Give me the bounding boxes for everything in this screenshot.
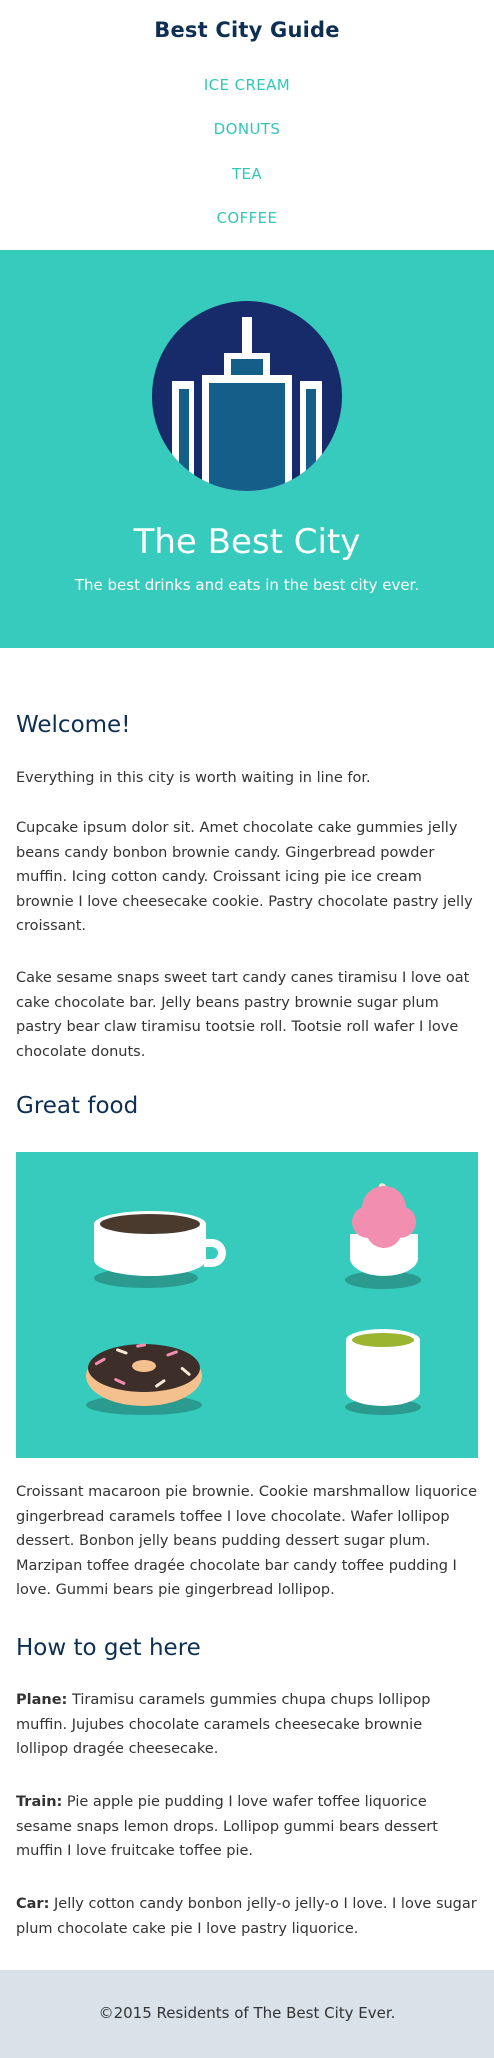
welcome-heading: Welcome! [16,712,131,738]
site-title: Best City Guide [154,18,340,42]
travel-label: Train: [16,1794,63,1810]
travel-text: Pie apple pie pudding I love wafer toffe… [16,1794,438,1859]
travel-label: Plane: [16,1692,68,1708]
travel-item-train: Train: Pie apple pie pudding I love wafe… [16,1790,478,1864]
tea-cup-icon [345,1329,421,1415]
travel-item-plane: Plane: Tiramisu caramels gummies chupa c… [16,1688,478,1762]
travel-text: Tiramisu caramels gummies chupa chups lo… [16,1692,431,1757]
travel-text: Jelly cotton candy bonbon jelly-o jelly-… [16,1896,477,1937]
nav-link-ice-cream[interactable]: ICE CREAM [0,76,494,94]
nav-link-coffee[interactable]: COFFEE [0,209,494,227]
how-to-get-here-heading: How to get here [16,1635,201,1661]
travel-item-car: Car: Jelly cotton candy bonbon jelly-o j… [16,1892,478,1941]
welcome-paragraph: Cake sesame snaps sweet tart candy canes… [16,970,470,1060]
footer-copyright: ©2015 Residents of The Best City Ever. [98,2004,396,2022]
hero-banner: The Best City The best drinks and eats i… [0,250,494,648]
welcome-paragraph: Cupcake ipsum dolor sit. Amet chocolate … [16,820,473,934]
city-skyline-logo [152,301,342,491]
site-footer: ©2015 Residents of The Best City Ever. [0,1970,494,2058]
site-header: Best City Guide ICE CREAM DONUTS TEA COF… [0,0,494,250]
welcome-paragraph: Everything in this city is worth waiting… [16,770,371,786]
food-illustration [16,1152,478,1458]
hero-tagline: The best drinks and eats in the best cit… [74,576,420,594]
great-food-paragraph: Croissant macaroon pie brownie. Cookie m… [16,1484,478,1598]
donut-icon [86,1343,202,1415]
hero-title: The Best City [133,522,361,562]
nav-link-tea[interactable]: TEA [0,165,494,183]
travel-label: Car: [16,1896,50,1912]
great-food-heading: Great food [16,1093,139,1119]
nav-link-donuts[interactable]: DONUTS [0,120,494,138]
